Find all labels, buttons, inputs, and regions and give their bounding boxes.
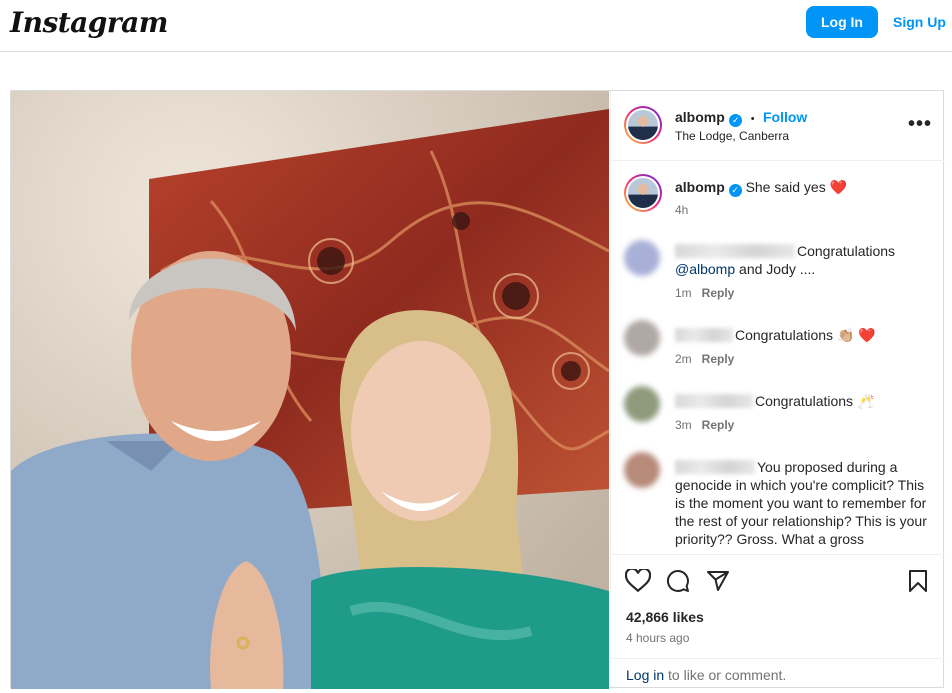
caption: albomp ✓ She said yes ❤️	[675, 178, 847, 197]
reply-button[interactable]: Reply	[702, 418, 735, 432]
reply-button[interactable]: Reply	[702, 286, 735, 300]
comment-username-redacted[interactable]	[675, 244, 795, 258]
comments-list: albomp ✓ She said yes ❤️ 4h Congratulati…	[611, 162, 945, 554]
comment-body: Congratulations @albomp and Jody ....	[675, 242, 937, 278]
post-card: albomp ✓ • Follow The Lodge, Canberra ••…	[10, 90, 945, 689]
comment-username-redacted[interactable]	[675, 460, 755, 474]
post-actions: 42,866 likes 4 hours ago Log in to like …	[611, 554, 945, 687]
follow-button[interactable]: Follow	[763, 109, 807, 125]
top-nav-bar: Instagram Log In Sign Up	[0, 0, 952, 52]
comment-time: 2m	[675, 352, 692, 366]
post-header: albomp ✓ • Follow The Lodge, Canberra ••…	[611, 91, 945, 161]
login-prompt: Log in to like or comment.	[611, 658, 945, 688]
caption-text: She said yes	[745, 179, 826, 195]
heart-emoji: ❤️	[829, 179, 848, 195]
comment-body: You proposed during a genocide in which …	[675, 458, 937, 548]
comment-mention[interactable]: @albomp	[675, 261, 735, 277]
bookmark-icon[interactable]	[907, 569, 929, 593]
comment-meta: 2m Reply	[675, 352, 734, 366]
post-photo[interactable]	[11, 91, 609, 689]
comment-text: Congratulations	[797, 243, 896, 259]
heart-icon[interactable]	[625, 569, 651, 593]
separator-dot: •	[750, 113, 755, 125]
caption-username[interactable]: albomp	[675, 179, 725, 195]
post-location[interactable]: The Lodge, Canberra	[675, 129, 789, 143]
comment-avatar[interactable]	[624, 320, 660, 356]
instagram-logo[interactable]: Instagram	[10, 6, 168, 39]
comment-text: Congratulations 🥂	[755, 393, 875, 409]
comment-username-redacted[interactable]	[675, 394, 753, 408]
login-prompt-text: to like or comment.	[668, 667, 787, 683]
comment-username-redacted[interactable]	[675, 328, 733, 342]
caption-avatar[interactable]	[624, 174, 662, 212]
post-photo-illustration	[11, 91, 609, 689]
comment-avatar[interactable]	[624, 240, 660, 276]
post-timestamp: 4 hours ago	[626, 631, 690, 645]
author-avatar[interactable]	[624, 106, 662, 144]
post-side-panel: albomp ✓ • Follow The Lodge, Canberra ••…	[610, 91, 945, 687]
share-icon[interactable]	[706, 569, 730, 593]
author-username[interactable]: albomp	[675, 109, 725, 125]
comment-text: and Jody ....	[739, 261, 816, 277]
caption-time: 4h	[675, 203, 689, 217]
verified-icon: ✓	[728, 184, 742, 197]
comment-avatar[interactable]	[624, 386, 660, 422]
comment-meta: 3m Reply	[675, 418, 734, 432]
comment-body: Congratulations 👏🏼 ❤️	[675, 326, 876, 344]
reply-button[interactable]: Reply	[702, 352, 735, 366]
login-link[interactable]: Log in	[626, 667, 664, 683]
comment-avatar[interactable]	[624, 452, 660, 488]
signup-link[interactable]: Sign Up	[893, 6, 946, 38]
comment-text: Congratulations 👏🏼 ❤️	[735, 327, 876, 343]
comment-icon[interactable]	[666, 569, 690, 593]
comment-body: Congratulations 🥂	[675, 392, 874, 410]
login-button[interactable]: Log In	[806, 6, 878, 38]
comment-meta: 1m Reply	[675, 286, 734, 300]
likes-count[interactable]: 42,866 likes	[626, 609, 704, 625]
more-options-icon[interactable]: •••	[908, 113, 932, 136]
verified-icon: ✓	[729, 114, 743, 127]
comment-time: 3m	[675, 418, 692, 432]
comment-time: 1m	[675, 286, 692, 300]
